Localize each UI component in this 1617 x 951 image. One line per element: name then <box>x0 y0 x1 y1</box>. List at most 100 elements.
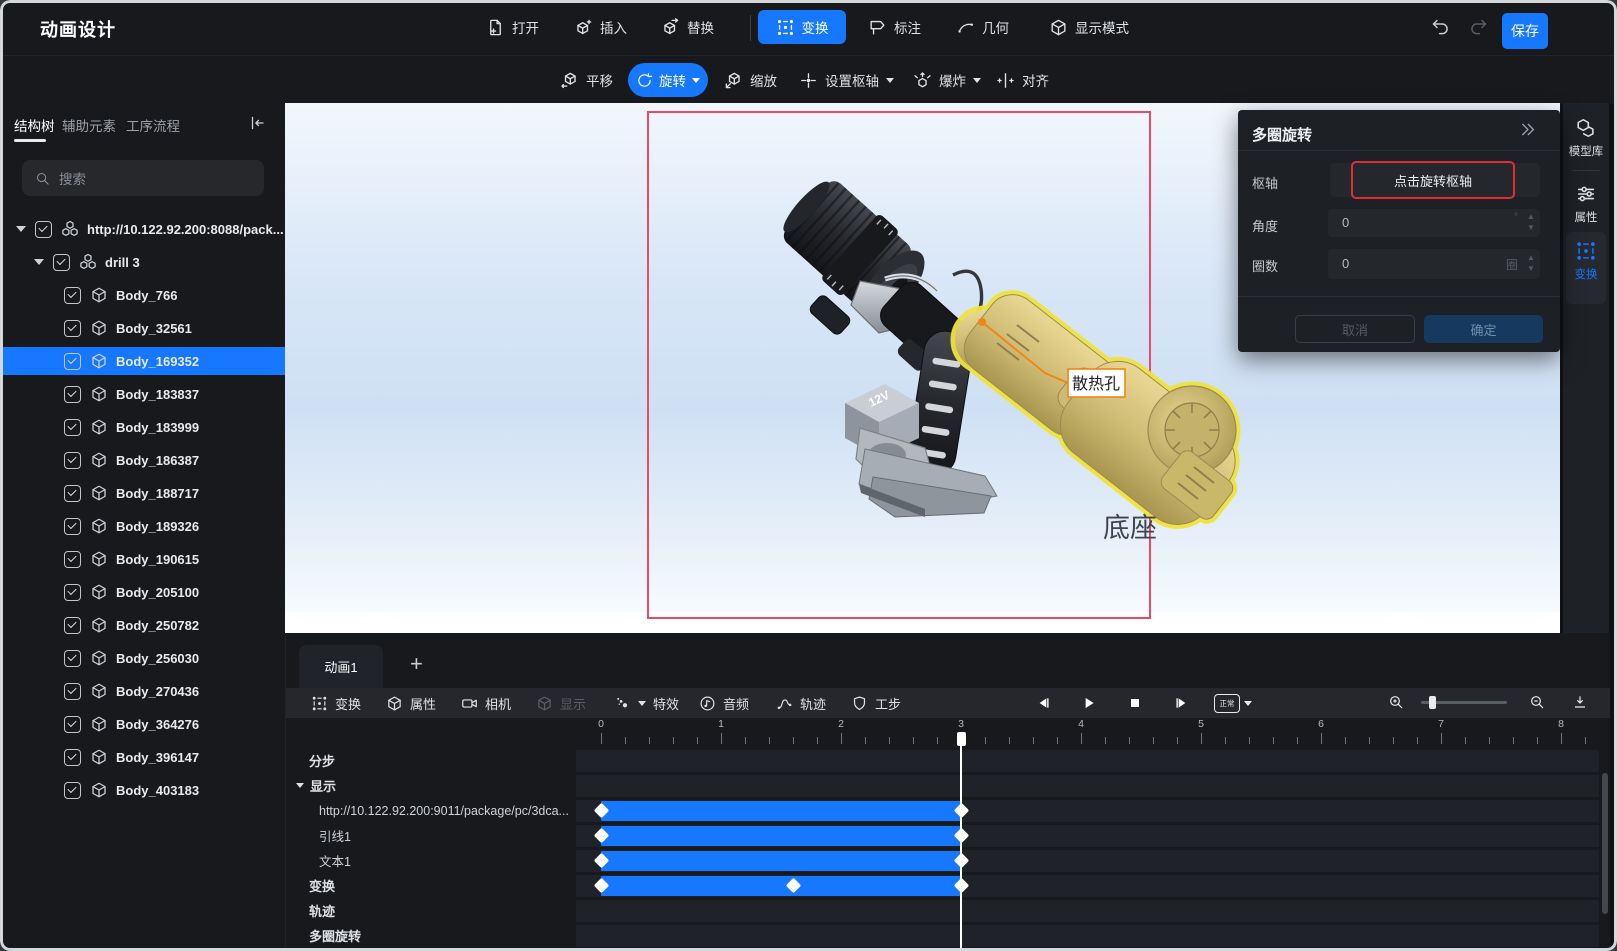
tree-item-label: Body_32561 <box>116 321 192 336</box>
body-cube-icon <box>90 748 116 766</box>
track-name[interactable]: http://10.122.92.200:9011/package/pc/3dc… <box>319 798 569 823</box>
structure-sidebar: 结构树 辅助元素 工序流程 搜索 http://10.122.92.200:80… <box>0 103 285 951</box>
explode-button[interactable]: 爆炸 <box>913 63 981 97</box>
rail-divider <box>1572 170 1600 171</box>
align-button[interactable]: 对齐 <box>996 63 1049 97</box>
checkbox[interactable] <box>64 452 81 469</box>
checkbox[interactable] <box>64 353 81 370</box>
checkbox[interactable] <box>64 617 81 634</box>
checkbox[interactable] <box>64 485 81 502</box>
open-button[interactable]: 打开 <box>486 10 539 44</box>
caret-down-icon[interactable] <box>296 783 304 788</box>
assembly-icon <box>61 220 87 238</box>
checkbox[interactable] <box>64 287 81 304</box>
set-pivot-label: 设置枢轴 <box>825 70 879 90</box>
track-name-label: 引线1 <box>319 826 351 845</box>
rail-label: 变换 <box>1563 266 1609 282</box>
checkbox[interactable] <box>64 584 81 601</box>
save-button[interactable]: 保存 <box>1502 13 1548 49</box>
pick-rotation-pivot-button[interactable]: 点击旋转枢轴 <box>1351 161 1515 199</box>
track-name[interactable]: 显示 <box>296 773 336 798</box>
timeline-scrollbar[interactable] <box>1602 773 1608 914</box>
checkbox[interactable] <box>64 551 81 568</box>
tree-item-root[interactable]: http://10.122.92.200:8088/pack... <box>0 215 301 243</box>
checkbox[interactable] <box>64 386 81 403</box>
track-name-label: 变换 <box>309 876 335 895</box>
body-cube-icon <box>90 385 116 403</box>
align-label: 对齐 <box>1022 70 1049 90</box>
rail-item-properties[interactable]: 属性 <box>1563 183 1609 225</box>
tree-item-label: Body_183837 <box>116 387 199 402</box>
checkbox[interactable] <box>64 518 81 535</box>
cancel-button[interactable]: 取消 <box>1295 315 1415 343</box>
checkbox[interactable] <box>53 254 70 271</box>
transform-menu-button[interactable]: 变换 <box>758 10 846 44</box>
tree-item-label: Body_183999 <box>116 420 199 435</box>
track-name-label: 轨迹 <box>309 901 335 920</box>
caret-down-icon[interactable] <box>34 259 44 265</box>
track-name[interactable]: 轨迹 <box>309 898 335 923</box>
turns-label: 圈数 <box>1252 256 1278 275</box>
playhead-handle[interactable] <box>957 732 966 746</box>
checkbox[interactable] <box>64 419 81 436</box>
animation-clip-bar[interactable] <box>601 826 961 846</box>
body-cube-icon <box>90 517 116 535</box>
geometry-button[interactable]: 几何 <box>956 10 1009 44</box>
tree-item-label: Body_256030 <box>116 651 199 666</box>
undo-arrow-icon <box>1430 17 1451 38</box>
rail-item-model-library[interactable]: 模型库 <box>1563 117 1609 159</box>
playhead-line[interactable] <box>960 733 962 951</box>
checkbox[interactable] <box>64 683 81 700</box>
double-chevron-right-icon <box>1518 120 1537 139</box>
animation-clip-bar[interactable] <box>601 851 961 871</box>
track-lane[interactable] <box>576 925 1599 947</box>
track-name[interactable]: 变换 <box>309 873 335 898</box>
caret-down-icon[interactable] <box>16 226 26 232</box>
track-name[interactable]: 分步 <box>309 748 335 773</box>
scale-button[interactable]: 缩放 <box>724 63 777 97</box>
tree-item-assembly[interactable]: drill 3 <box>0 248 319 276</box>
explode-cube-icon <box>913 71 932 90</box>
checkbox[interactable] <box>64 749 81 766</box>
angle-input[interactable]: 0 ° ▲ ▼ <box>1328 209 1540 237</box>
turns-spin-down[interactable]: ▼ <box>1527 265 1535 272</box>
tree-item-label: Body_766 <box>116 288 177 303</box>
timeline-track-row: 显示 <box>286 773 1610 798</box>
checkbox[interactable] <box>64 716 81 733</box>
track-lane[interactable] <box>576 900 1599 922</box>
pan-button[interactable]: 平移 <box>560 63 613 97</box>
body-cube-icon <box>90 583 116 601</box>
rotate-button[interactable]: 旋转 <box>628 63 708 97</box>
collapse-panel-button[interactable] <box>1518 120 1537 139</box>
timeline-panel: 动画1 + 变换 属性 相机 显示 特效 <box>285 633 1610 951</box>
confirm-button[interactable]: 确定 <box>1424 315 1543 343</box>
track-name[interactable]: 多圈旋转 <box>309 923 361 948</box>
rail-item-transform[interactable]: 变换 <box>1563 240 1609 282</box>
redo-button[interactable] <box>1468 17 1489 38</box>
checkbox[interactable] <box>35 221 52 238</box>
angle-spin-down[interactable]: ▼ <box>1527 224 1535 231</box>
display-mode-button[interactable]: 显示模式 <box>1049 10 1129 44</box>
insert-button[interactable]: 插入 <box>574 10 627 44</box>
turns-spin-up[interactable]: ▲ <box>1527 254 1535 261</box>
replace-button[interactable]: 替换 <box>661 10 714 44</box>
track-name[interactable]: 引线1 <box>319 823 351 848</box>
track-name[interactable]: 文本1 <box>319 848 351 873</box>
pan-label: 平移 <box>586 70 613 90</box>
turns-input[interactable]: 0 圈 ▲ ▼ <box>1328 249 1540 279</box>
animation-clip-bar[interactable] <box>601 801 961 821</box>
annotation-button[interactable]: 标注 <box>868 10 921 44</box>
checkbox[interactable] <box>64 650 81 667</box>
track-lane[interactable] <box>576 775 1599 797</box>
angle-spin-up[interactable]: ▲ <box>1527 213 1535 220</box>
menu-separator <box>750 15 751 41</box>
checkbox[interactable] <box>64 320 81 337</box>
transform-toolbar: 平移 旋转 缩放 设置枢轴 爆炸 对齐 <box>0 55 1617 104</box>
undo-button[interactable] <box>1430 17 1451 38</box>
animation-clip-bar[interactable] <box>601 876 961 896</box>
caption-text[interactable]: 底座 <box>1103 513 1157 543</box>
model-library-icon <box>1575 117 1597 139</box>
track-lane[interactable] <box>576 750 1599 772</box>
checkbox[interactable] <box>64 782 81 799</box>
set-pivot-button[interactable]: 设置枢轴 <box>799 63 894 97</box>
